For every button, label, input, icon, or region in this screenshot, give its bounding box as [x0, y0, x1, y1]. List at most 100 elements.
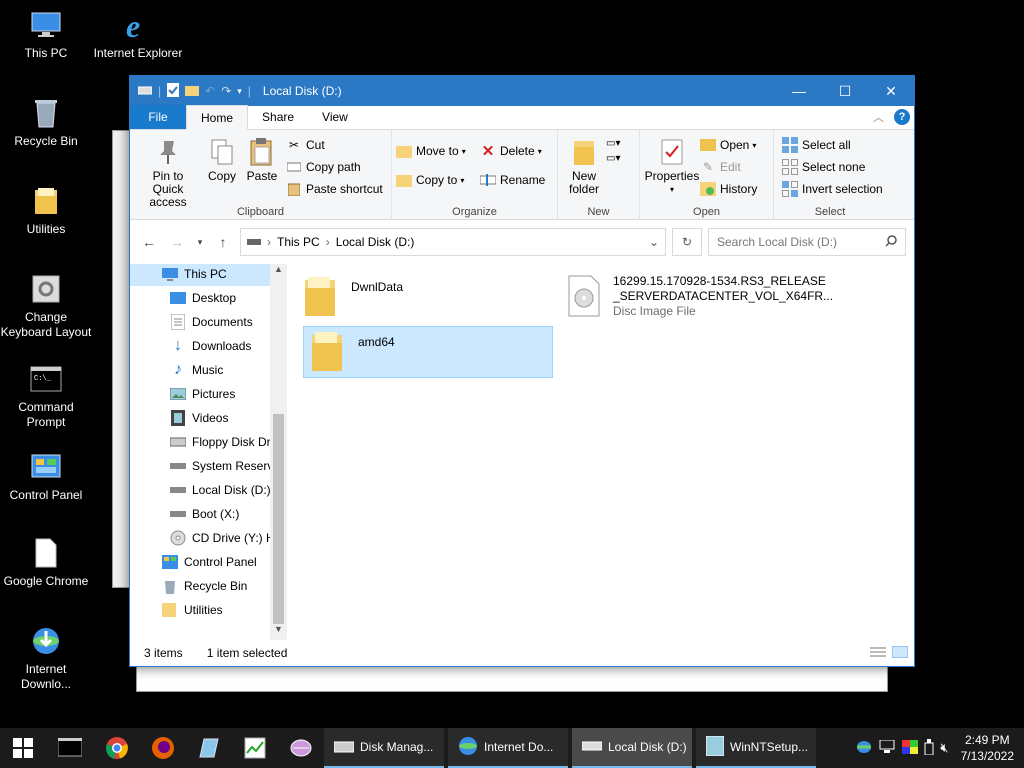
select-all-button[interactable]: Select all	[782, 134, 882, 156]
nav-item-control-panel[interactable]: Control Panel	[130, 550, 287, 574]
desktop-icon-this-pc[interactable]: This PC	[0, 8, 92, 61]
volume-muted-icon[interactable]: 🔇︎	[940, 740, 948, 756]
rename-button[interactable]: Rename	[480, 169, 545, 191]
nav-item-videos[interactable]: Videos	[130, 406, 287, 430]
network-icon[interactable]	[878, 739, 896, 757]
refresh-button[interactable]: ↻	[672, 228, 702, 256]
nav-item-music[interactable]: ♪ Music	[130, 358, 287, 382]
details-view-icon[interactable]	[870, 646, 886, 661]
file-list[interactable]: DwnlData amd64 16299.15.170928-1534.RS3_…	[287, 264, 914, 640]
tab-home[interactable]: Home	[186, 105, 249, 130]
paste-shortcut-button[interactable]: Paste shortcut	[286, 178, 383, 200]
desktop-icon-change-keyboard-layout[interactable]: Change Keyboard Layout	[0, 272, 92, 340]
nav-item-documents[interactable]: Documents	[130, 310, 287, 334]
nav-item-this-pc[interactable]: This PC	[130, 264, 270, 286]
edit-button[interactable]: ✎ Edit	[700, 156, 757, 178]
nav-item-downloads[interactable]: ↓ Downloads	[130, 334, 287, 358]
cut-button[interactable]: ✂ Cut	[286, 134, 383, 156]
breadcrumb-this-pc[interactable]: This PC	[277, 235, 320, 249]
taskbar-network-tool[interactable]	[278, 728, 324, 768]
select-none-icon	[782, 159, 798, 175]
nav-item-system-reserved[interactable]: System Reserve	[130, 454, 287, 478]
close-button[interactable]: ✕	[868, 76, 914, 106]
nav-item-utilities[interactable]: Utilities	[130, 598, 287, 622]
large-icons-view-icon[interactable]	[891, 645, 909, 661]
taskbar-command-prompt[interactable]	[46, 728, 94, 768]
tray-download-manager-icon[interactable]	[856, 740, 872, 757]
maximize-button[interactable]: ☐	[822, 76, 868, 106]
open-group-label: Open	[693, 206, 720, 218]
scroll-up-arrow-icon[interactable]: ▲	[270, 264, 287, 280]
tab-share[interactable]: Share	[248, 105, 308, 129]
usb-device-icon[interactable]	[924, 738, 934, 758]
desktop-icon-recycle-bin[interactable]: Recycle Bin	[0, 96, 92, 149]
copy-to-button[interactable]: Copy to ▾	[396, 169, 480, 191]
undo-icon: ↶	[205, 84, 216, 98]
easy-access-icon[interactable]: ▭▾	[606, 153, 620, 164]
delete-button[interactable]: ✕ Delete ▾	[480, 140, 545, 162]
nav-item-floppy-disk[interactable]: Floppy Disk Dri	[130, 430, 287, 454]
invert-selection-button[interactable]: Invert selection	[782, 178, 883, 200]
search-box[interactable]: Search Local Disk (D:)	[708, 228, 906, 256]
desktop-icon-control-panel[interactable]: Control Panel	[0, 450, 92, 503]
scroll-down-arrow-icon[interactable]: ▼	[270, 624, 287, 640]
collapse-ribbon-icon[interactable]: ︿	[873, 109, 884, 125]
tab-view[interactable]: View	[308, 105, 362, 129]
nav-item-desktop[interactable]: Desktop	[130, 286, 287, 310]
clock[interactable]: 2:49 PM 7/13/2022	[961, 732, 1014, 764]
background-window-bottom[interactable]	[136, 664, 888, 692]
nav-item-boot-x[interactable]: Boot (X:)	[130, 502, 287, 526]
clipboard-group-label: Clipboard	[236, 206, 285, 218]
file-explorer-window[interactable]: | ↶ ↷ ▾ | Local Disk (D:) — ☐ ✕ File Hom…	[129, 75, 915, 667]
taskbar-disk-management[interactable]: Disk Manag...	[324, 728, 444, 768]
back-arrow-icon[interactable]: ←	[138, 234, 160, 250]
navigation-pane[interactable]: This PC Desktop Documents ↓ Downloads ♪ …	[130, 264, 287, 640]
desktop-icon-internet-explorer[interactable]: e Internet Explorer	[92, 8, 184, 61]
move-to-button[interactable]: Move to ▾	[396, 140, 480, 162]
desktop-icon-command-prompt[interactable]: C:\_ Command Prompt	[0, 362, 92, 430]
taskbar-notepad[interactable]	[186, 728, 232, 768]
display-color-icon[interactable]	[902, 739, 919, 757]
start-button[interactable]	[0, 728, 46, 768]
taskbar-winntsetup[interactable]: WinNTSetup...	[696, 728, 816, 768]
svg-text:C:\_: C:\_	[34, 375, 52, 383]
scroll-thumb[interactable]	[273, 414, 284, 624]
file-item-disc-image[interactable]: 16299.15.170928-1534.RS3_RELEASE _SERVER…	[567, 274, 897, 324]
taskbar-local-disk[interactable]: Local Disk (D:)	[572, 728, 692, 768]
select-none-button[interactable]: Select none	[782, 156, 882, 178]
taskbar-chrome[interactable]	[94, 728, 140, 768]
taskbar-internet-download-manager[interactable]: Internet Do...	[448, 728, 568, 768]
properties-check-icon[interactable]	[167, 82, 180, 100]
history-button[interactable]: History	[700, 178, 757, 200]
taskbar-task-manager[interactable]	[232, 728, 278, 768]
folder-item-dwnldata[interactable]: DwnlData	[303, 274, 553, 324]
copy-path-button[interactable]: Copy path	[286, 156, 383, 178]
open-button[interactable]: Open ▾	[700, 134, 757, 156]
organize-group-label: Organize	[452, 206, 497, 218]
nav-item-local-disk-d[interactable]: Local Disk (D:)	[130, 478, 287, 502]
new-item-icon[interactable]: ▭▾	[606, 138, 620, 149]
breadcrumb-local-disk[interactable]: Local Disk (D:)	[336, 235, 415, 249]
new-folder-icon[interactable]	[185, 84, 200, 99]
address-bar[interactable]: › This PC › Local Disk (D:) ⌄	[240, 228, 666, 256]
tab-file[interactable]: File	[130, 105, 186, 129]
recent-locations-chevron-icon[interactable]: ▾	[194, 237, 206, 248]
navigation-pane-scrollbar[interactable]: ▲ ▼	[270, 264, 287, 640]
address-dropdown-icon[interactable]: ⌄	[649, 235, 659, 249]
nav-item-pictures[interactable]: Pictures	[130, 382, 287, 406]
nav-item-recycle-bin[interactable]: Recycle Bin	[130, 574, 287, 598]
address-bar-row: ← → ▾ ↑ › This PC › Local Disk (D:) ⌄ ↻ …	[130, 220, 914, 264]
taskbar-firefox[interactable]	[140, 728, 186, 768]
minimize-button[interactable]: —	[776, 76, 822, 106]
title-bar[interactable]: | ↶ ↷ ▾ | Local Disk (D:) — ☐ ✕	[130, 76, 914, 106]
redo-icon: ↷	[221, 84, 232, 98]
desktop-icon-internet-download-manager[interactable]: Internet Downlo...	[0, 624, 92, 692]
desktop-icon-google-chrome[interactable]: Google Chrome	[0, 536, 92, 589]
customize-toolbar-chevron-icon[interactable]: ▾	[237, 86, 242, 97]
forward-arrow-icon[interactable]: →	[166, 234, 188, 250]
folder-item-amd64[interactable]: amd64	[303, 326, 553, 378]
desktop-icon-utilities[interactable]: Utilities	[0, 184, 92, 237]
up-arrow-icon[interactable]: ↑	[212, 234, 234, 250]
nav-item-cd-drive[interactable]: CD Drive (Y:) H	[130, 526, 287, 550]
help-icon[interactable]: ?	[894, 109, 910, 125]
